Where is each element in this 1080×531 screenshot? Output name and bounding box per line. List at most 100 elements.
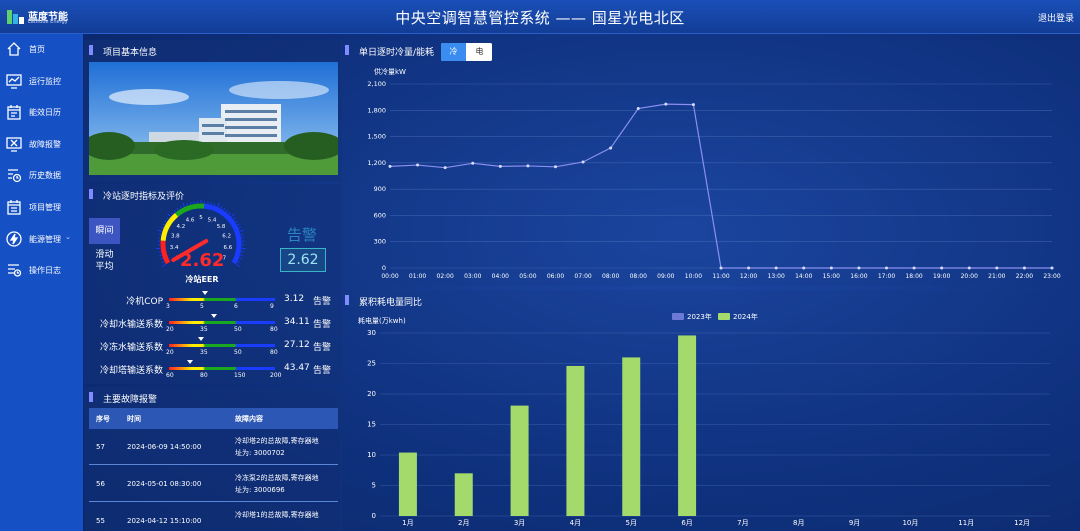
- y-tick-label: 0: [382, 264, 386, 272]
- gauge-tick: [161, 226, 164, 229]
- y-tick-label: 1,800: [367, 106, 386, 114]
- cell-no: 55: [96, 517, 105, 525]
- y-tick-label: 900: [374, 185, 386, 193]
- x-tick-label: 16:00: [850, 273, 867, 280]
- alarm-icon: [6, 137, 22, 152]
- metric-tick-label: 50: [234, 349, 242, 356]
- x-tick-label: 5月: [626, 519, 637, 527]
- x-tick-label: 11月: [958, 519, 974, 527]
- x-tick-label: 17:00: [878, 273, 895, 280]
- x-tick-label: 06:00: [547, 273, 564, 280]
- gauge-tick: [236, 264, 241, 267]
- project-photo: [89, 62, 338, 175]
- panel-header: 主要故障报警: [84, 387, 342, 407]
- data-point: [636, 107, 640, 111]
- metric-tick-label: 80: [270, 349, 278, 356]
- series-line: [389, 103, 1052, 269]
- toggle-power-button[interactable]: 电: [467, 43, 492, 61]
- sidebar-item-home[interactable]: 首页: [0, 37, 83, 63]
- sidebar-item-project[interactable]: 项目管理: [0, 195, 83, 221]
- cell-content: 冷却塔1的总故障,寄存器地: [235, 511, 319, 519]
- metric-value: 34.11: [284, 317, 310, 327]
- metric-name: 冷却水输送系数: [99, 320, 163, 330]
- data-point: [967, 266, 971, 270]
- sidebar-item-calendar[interactable]: 能效日历: [0, 100, 83, 126]
- sidebar-item-label: 项目管理: [29, 203, 61, 212]
- gauge-tick: [238, 226, 241, 229]
- metric-scale-bar: [169, 360, 275, 370]
- metric-row: 冷却水输送系数 20 35 50 80 34.11 告警: [89, 314, 338, 337]
- y-tick-label: 1,200: [367, 159, 386, 167]
- logout-button[interactable]: 退出登录: [1038, 11, 1074, 24]
- metric-ticks: 20 35 50 80: [166, 349, 281, 357]
- gauge-tick: [160, 257, 163, 260]
- table-row[interactable]: 55 2024-04-12 15:10:00 冷却塔1的总故障,寄存器地: [89, 503, 338, 531]
- panel-header: 项目基本信息: [84, 40, 342, 60]
- metric-pointer: [210, 314, 217, 318]
- data-point: [774, 266, 778, 270]
- panel-accent-bar: [89, 45, 93, 55]
- x-tick-label: 18:00: [905, 273, 922, 280]
- gauge-scale-label: 4.2: [177, 224, 186, 230]
- y-tick-label: 15: [367, 421, 376, 429]
- panel-accent-bar: [89, 392, 93, 402]
- table-row[interactable]: 56 2024-05-01 08:30:00 冷冻泵2的总故障,寄存器地 址为:…: [89, 466, 338, 502]
- data-point: [719, 266, 723, 270]
- data-point: [443, 166, 447, 170]
- sidebar: 首页 运行监控 能效日历 故障报警 历史数据 项目管理 能源管理 ⌄ 操作日志: [0, 34, 83, 531]
- sidebar-item-history[interactable]: 历史数据: [0, 163, 83, 189]
- data-point: [388, 164, 392, 168]
- y-tick-label: 2,100: [367, 80, 386, 88]
- y-axis-label: 耗电量(万kwh): [358, 316, 406, 325]
- data-point: [498, 164, 502, 168]
- metric-pointer: [202, 291, 209, 295]
- gauge-scale-label: 5.4: [208, 217, 217, 223]
- metric-tick-label: 9: [270, 303, 274, 310]
- metric-row: 冷却塔输送系数 60 80 150 200 43.47 告警: [89, 360, 338, 383]
- metric-pointer: [197, 337, 204, 341]
- bar-2024: [454, 473, 473, 516]
- metric-tick-label: 50: [234, 326, 242, 333]
- cell-no: 56: [96, 480, 105, 488]
- gauge-tick: [220, 206, 223, 209]
- metric-tick-label: 80: [270, 326, 278, 333]
- sidebar-item-log[interactable]: 操作日志: [0, 258, 83, 284]
- x-tick-label: 02:00: [437, 273, 454, 280]
- cell-content: 址为: 3000696: [235, 486, 285, 494]
- home-icon: [7, 42, 21, 56]
- metric-scale-bar: [169, 291, 275, 301]
- sidebar-item-monitor[interactable]: 运行监控: [0, 69, 83, 95]
- gauge-tick: [231, 213, 235, 217]
- panel-accent-bar: [345, 45, 349, 55]
- cell-content: 冷却塔2的总故障,寄存器地: [235, 437, 319, 445]
- panel-title: 项目基本信息: [103, 48, 158, 58]
- x-tick-label: 05:00: [519, 273, 536, 280]
- app-title: 中央空调智慧管控系统 —— 国星光电北区: [395, 9, 685, 27]
- gauge-scale-label: 3.8: [171, 234, 180, 240]
- gauge-tick: [217, 202, 220, 207]
- data-point: [1050, 266, 1054, 270]
- table-header: 序号 时间 故障内容: [89, 408, 338, 429]
- gauge-tick: [171, 212, 174, 215]
- metric-ticks: 60 80 150 200: [166, 372, 281, 380]
- alarm-value-box: 2.62: [280, 248, 326, 272]
- sidebar-item-alarm[interactable]: 故障报警: [0, 132, 83, 158]
- gauge-scale-label: 6.2: [222, 234, 231, 240]
- metric-tick-label: 5: [200, 303, 204, 310]
- data-point: [691, 103, 695, 107]
- sidebar-item-energy[interactable]: 能源管理 ⌄: [0, 227, 83, 253]
- metric-tick-label: 35: [200, 349, 208, 356]
- tab-moving-average[interactable]: 滑动平均: [89, 248, 120, 274]
- tab-instant[interactable]: 瞬间: [89, 218, 120, 244]
- gauge-tick: [239, 257, 242, 260]
- table-row[interactable]: 57 2024-06-09 14:50:00 冷却塔2的总故障,寄存器地 址为:…: [89, 429, 338, 465]
- metric-tick-label: 35: [200, 326, 208, 333]
- y-tick-label: 300: [374, 238, 386, 246]
- sidebar-item-label: 运行监控: [29, 77, 61, 86]
- column-header-content: 故障内容: [235, 415, 263, 423]
- toggle-cooling-button[interactable]: 冷: [441, 43, 466, 61]
- data-point: [857, 266, 861, 270]
- gauge-tick: [239, 229, 244, 232]
- panel-accent-bar: [89, 189, 93, 199]
- panel-title: 单日逐时冷量/能耗: [359, 48, 435, 58]
